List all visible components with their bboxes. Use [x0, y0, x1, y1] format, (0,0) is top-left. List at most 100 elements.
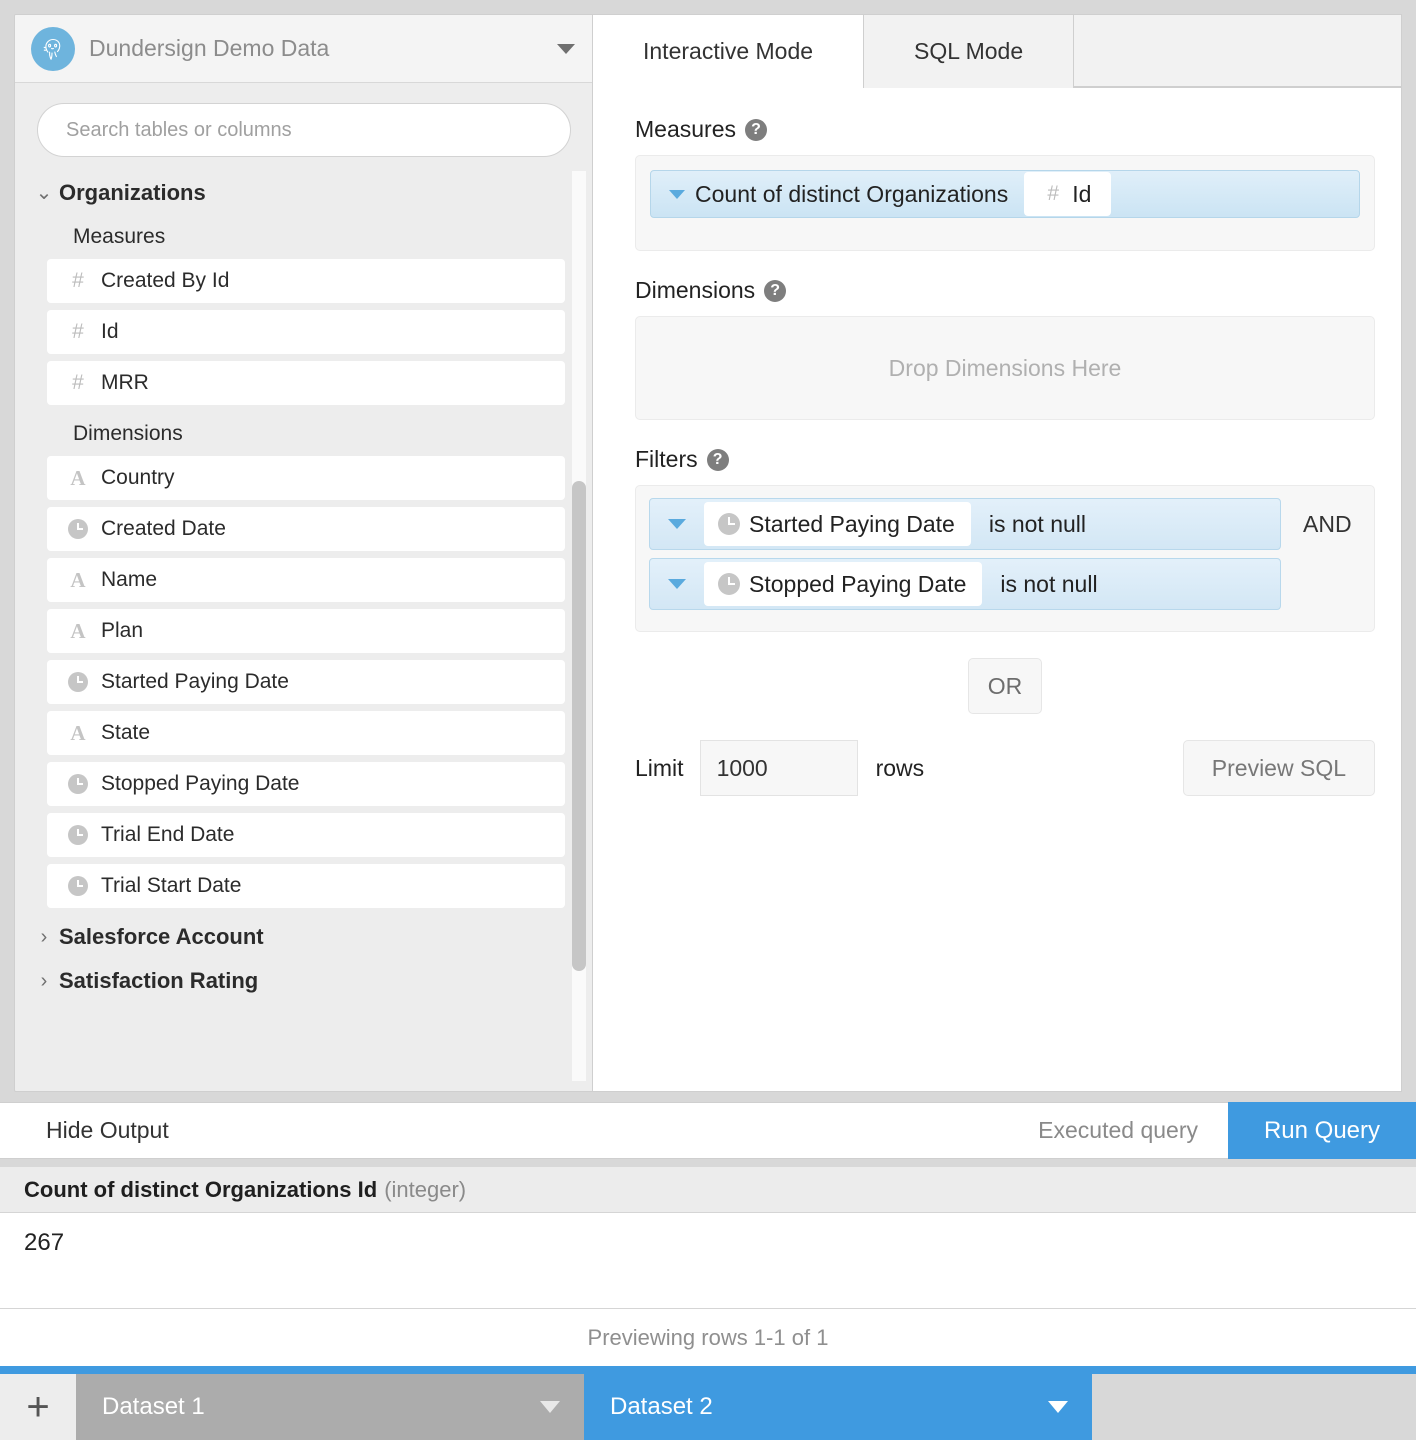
dimensions-drop-zone[interactable]: Drop Dimensions Here — [635, 316, 1375, 420]
dataset-tab-label: Dataset 1 — [102, 1393, 205, 1420]
help-icon[interactable]: ? — [764, 279, 787, 302]
help-icon[interactable]: ? — [744, 118, 767, 141]
field-label: Created Date — [101, 517, 226, 540]
filter-row: Started Paying Date is not null AND — [649, 498, 1361, 550]
field-trial-end-date[interactable]: Trial End Date — [47, 813, 565, 857]
limit-row: Limit rows Preview SQL — [635, 740, 1375, 796]
field-name[interactable]: A Name — [47, 558, 565, 602]
field-id[interactable]: # Id — [47, 310, 565, 354]
caret-down-icon[interactable] — [1048, 1401, 1068, 1413]
field-label: Id — [101, 320, 119, 343]
caret-down-icon[interactable] — [650, 499, 704, 549]
field-mrr[interactable]: # MRR — [47, 361, 565, 405]
sidebar-scrollbar-thumb[interactable] — [572, 481, 586, 971]
output-toolbar: Hide Output Executed query Run Query — [0, 1102, 1416, 1159]
result-column-name: Count of distinct Organizations Id — [24, 1176, 378, 1202]
caret-down-icon[interactable] — [650, 559, 704, 609]
filter-started-paying-date[interactable]: Started Paying Date is not null — [649, 498, 1281, 550]
hash-icon: # — [72, 320, 84, 343]
filters-section-label: Filters ? — [635, 446, 1375, 473]
result-cell-value: 267 — [24, 1229, 65, 1256]
field-created-by-id[interactable]: # Created By Id — [47, 259, 565, 303]
schema-tree: ⌄ Organizations Measures # Created By Id… — [15, 171, 593, 1081]
dataset-tab-label: Dataset 2 — [610, 1393, 713, 1420]
caret-down-icon[interactable] — [557, 43, 575, 54]
field-label: Name — [101, 568, 158, 591]
tree-table-salesforce-account[interactable]: › Salesforce Account — [23, 915, 575, 959]
limit-label: Limit — [635, 754, 684, 781]
tree-table-organizations[interactable]: ⌄ Organizations — [23, 171, 575, 215]
tree-table-label: Satisfaction Rating — [59, 968, 259, 993]
field-created-date[interactable]: Created Date — [47, 507, 565, 551]
field-started-paying-date[interactable]: Started Paying Date — [47, 660, 565, 704]
field-country[interactable]: A Country — [47, 456, 565, 500]
dataset-tab-2[interactable]: Dataset 2 — [584, 1374, 1092, 1440]
measure-field-chip[interactable]: # Id — [1024, 172, 1112, 216]
field-label: Country — [101, 466, 175, 489]
mode-tabs: Interactive Mode SQL Mode — [592, 14, 1402, 89]
filter-conjunction[interactable]: AND — [1303, 511, 1352, 538]
postgres-elephant-icon — [31, 26, 75, 71]
measure-field-label: Id — [1072, 180, 1092, 207]
filter-operator[interactable]: is not null — [982, 571, 1280, 598]
tab-interactive-mode[interactable]: Interactive Mode — [592, 14, 865, 89]
dataset-tab-bar: + Dataset 1 Dataset 2 — [0, 1374, 1416, 1440]
field-label: Plan — [101, 619, 144, 642]
tab-label: SQL Mode — [914, 38, 1024, 64]
text-icon: A — [70, 720, 86, 745]
hash-icon: # — [1047, 182, 1060, 205]
clock-icon — [61, 825, 95, 845]
filter-field-label: Stopped Paying Date — [749, 570, 967, 597]
dimensions-placeholder: Drop Dimensions Here — [888, 354, 1122, 381]
chevron-right-icon: › — [40, 926, 48, 948]
dataset-tab-1[interactable]: Dataset 1 — [76, 1374, 584, 1440]
caret-down-icon[interactable] — [540, 1401, 560, 1413]
hide-output-button[interactable]: Hide Output — [46, 1117, 169, 1144]
plus-icon[interactable]: + — [0, 1374, 76, 1440]
tab-filler — [1074, 14, 1402, 87]
hash-icon: # — [72, 269, 84, 292]
or-button-wrap: OR — [635, 658, 1375, 714]
caret-down-icon[interactable] — [669, 189, 685, 199]
clock-icon — [61, 519, 95, 539]
clock-icon — [718, 513, 740, 535]
hash-icon: # — [72, 371, 84, 394]
database-selector[interactable]: Dundersign Demo Data — [15, 15, 593, 83]
table-row: 267 — [0, 1213, 1416, 1309]
group-label-measures: Measures — [73, 225, 166, 248]
measures-drop-zone[interactable]: Count of distinct Organizations # Id — [635, 155, 1375, 251]
limit-unit-label: rows — [875, 754, 925, 781]
search-container — [15, 83, 593, 171]
field-state[interactable]: A State — [47, 711, 565, 755]
field-label: Trial Start Date — [101, 874, 242, 897]
query-panel: Interactive Mode SQL Mode Measures ? Cou… — [592, 14, 1402, 1092]
field-label: State — [101, 721, 151, 744]
dimensions-section-label: Dimensions ? — [635, 277, 1375, 304]
or-button[interactable]: OR — [968, 658, 1042, 714]
preview-sql-button[interactable]: Preview SQL — [1182, 740, 1375, 796]
field-stopped-paying-date[interactable]: Stopped Paying Date — [47, 762, 565, 806]
measure-aggregation-label: Count of distinct Organizations — [695, 180, 1009, 207]
search-input[interactable] — [37, 103, 571, 157]
chevron-down-icon: ⌄ — [35, 182, 53, 204]
tab-sql-mode[interactable]: SQL Mode — [864, 14, 1075, 88]
filter-operator[interactable]: is not null — [971, 511, 1280, 538]
filter-field-chip[interactable]: Started Paying Date — [704, 502, 971, 546]
clock-icon — [61, 774, 95, 794]
tree-table-satisfaction-rating[interactable]: › Satisfaction Rating — [23, 959, 575, 1003]
field-trial-start-date[interactable]: Trial Start Date — [47, 864, 565, 908]
clock-icon — [718, 573, 740, 595]
measures-label-text: Measures — [635, 116, 736, 142]
measure-pill[interactable]: Count of distinct Organizations # Id — [650, 170, 1360, 218]
field-plan[interactable]: A Plan — [47, 609, 565, 653]
filter-stopped-paying-date[interactable]: Stopped Paying Date is not null — [649, 558, 1281, 610]
field-label: Created By Id — [101, 269, 230, 292]
database-name: Dundersign Demo Data — [89, 35, 330, 61]
measures-section-label: Measures ? — [635, 116, 1375, 143]
help-icon[interactable]: ? — [706, 448, 729, 471]
filters-drop-zone[interactable]: Started Paying Date is not null AND Stop… — [635, 485, 1375, 632]
limit-input[interactable] — [699, 740, 858, 796]
preview-rows-status: Previewing rows 1-1 of 1 — [0, 1309, 1416, 1366]
run-query-button[interactable]: Run Query — [1228, 1102, 1416, 1159]
filter-field-chip[interactable]: Stopped Paying Date — [704, 562, 983, 606]
